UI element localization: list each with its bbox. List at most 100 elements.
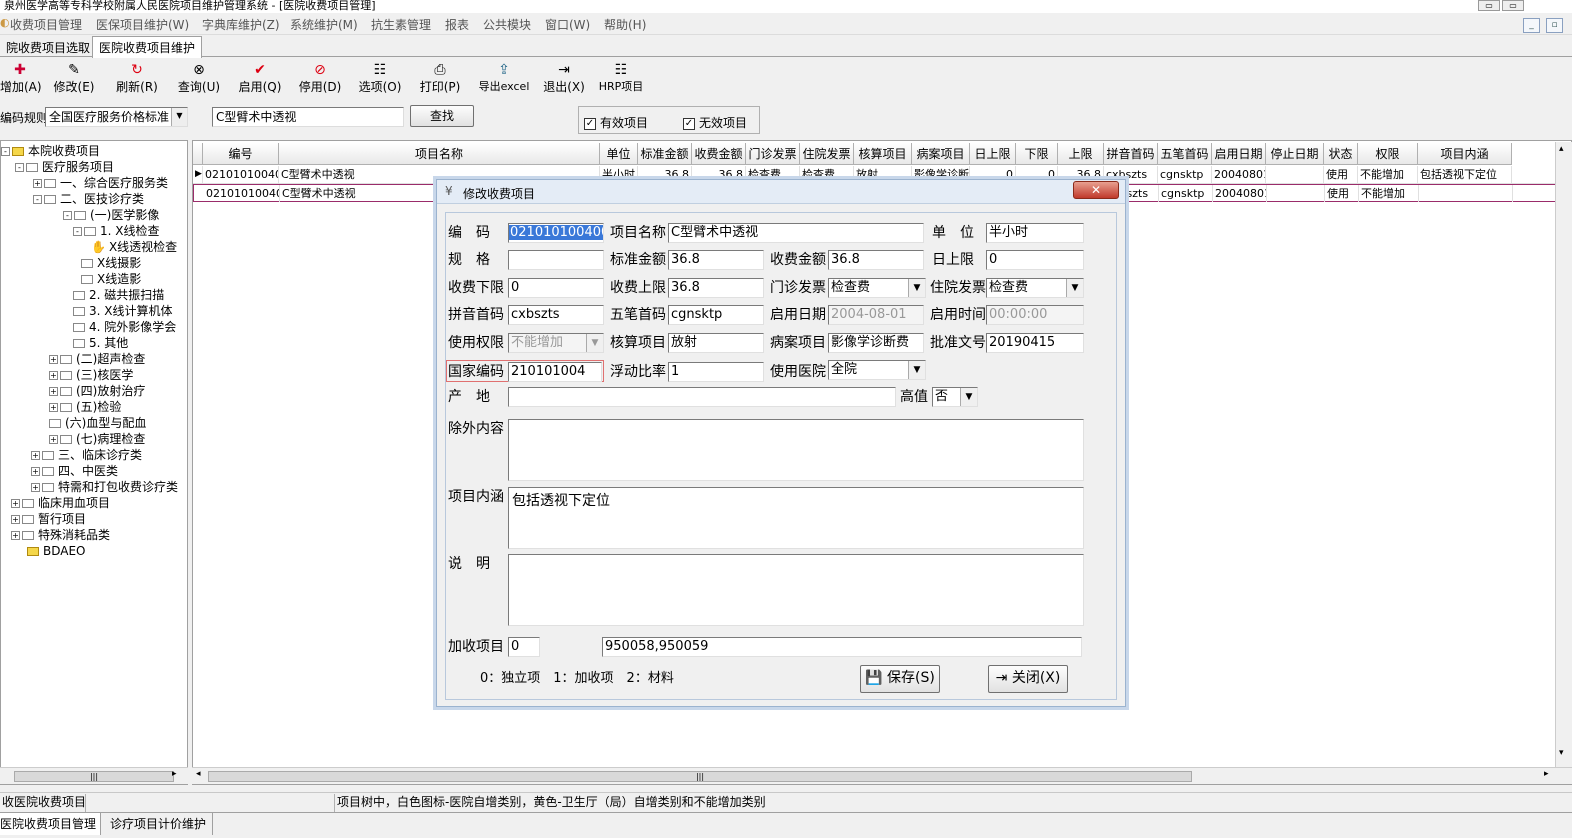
valid-items-checkbox[interactable]: ✓ 有效项目 [584,114,648,131]
column-header[interactable]: 项目名称 [279,143,600,165]
exit-button[interactable]: ⇥ 退出(X) [541,61,587,97]
expand-icon[interactable]: + [49,435,58,444]
expand-icon[interactable]: + [49,403,58,412]
column-header[interactable]: 上限 [1058,143,1104,165]
std-amount-field[interactable]: 36.8 [668,250,764,270]
inpatient-invoice-select[interactable]: 检查费 ▼ [986,278,1084,298]
column-header[interactable]: 病案项目 [912,143,970,165]
menu-reports[interactable]: 报表 [445,16,469,33]
column-header[interactable]: 核算项目 [854,143,912,165]
tree-node[interactable]: - 1. X线检查 [73,223,160,239]
column-header[interactable]: 权限 [1358,143,1418,165]
find-button[interactable]: 查找 [410,105,474,127]
start-date-field[interactable]: 2004-08-01 [828,305,924,325]
tree-node[interactable]: - 医疗服务项目 [15,159,114,175]
tree-node[interactable]: - 本院收费项目 [1,143,100,159]
tab-fee-maintenance[interactable]: 医院收费项目维护 [92,36,203,58]
tree-node[interactable]: + (四)放射治疗 [49,383,145,399]
column-header[interactable]: 项目内涵 [1418,143,1512,165]
menu-antibiotics[interactable]: 抗生素管理 [371,16,431,33]
edit-button[interactable]: ✎ 修改(E) [52,61,96,97]
search-input[interactable]: C型臂术中透视 [212,107,404,127]
tree-node[interactable]: X线摄影 [81,255,141,271]
tree-node[interactable]: + 三、临床诊疗类 [31,447,142,463]
mdi-minimize-icon[interactable]: _ [1523,18,1540,33]
hrp-button[interactable]: ☷ HRP项目 [598,61,644,97]
expand-icon[interactable]: + [31,483,40,492]
exclusions-textarea[interactable] [508,419,1084,481]
print-button[interactable]: ⎙ 打印(P) [418,61,462,97]
expand-icon[interactable]: + [11,515,20,524]
invalid-items-checkbox[interactable]: ✓ 无效项目 [683,114,747,131]
tree-node[interactable]: 3. X线计算机体 [73,303,173,319]
options-button[interactable]: ☷ 选项(O) [358,61,402,97]
approval-no-field[interactable]: 20190415 [986,333,1084,353]
outpatient-invoice-select[interactable]: 检查费 ▼ [828,278,926,298]
tree-node[interactable]: 2. 磁共振扫描 [73,287,164,303]
case-item-field[interactable]: 影像学诊断费 [828,333,924,353]
grid-vscrollbar[interactable]: ▴ ▾ [1555,142,1572,767]
enable-button[interactable]: ✔ 启用(Q) [238,61,282,97]
scroll-thumb[interactable]: ||| [208,771,1192,782]
menu-dictionary[interactable]: 字典库维护(Z) [202,16,280,33]
tab-fee-selection[interactable]: 院收费项目选取 [0,37,96,57]
scroll-thumb[interactable]: ||| [14,771,174,782]
tree-node[interactable]: + 四、中医类 [31,463,118,479]
float-ratio-field[interactable]: 1 [668,362,764,382]
tree-node[interactable]: + 特殊消耗品类 [11,527,110,543]
menu-public[interactable]: 公共模块 [483,16,531,33]
save-button[interactable]: 💾 保存(S) [860,665,940,693]
tree-node[interactable]: ✋ X线透视检查 [91,239,177,255]
high-value-select[interactable]: 否 ▼ [932,387,978,407]
collapse-icon[interactable]: - [63,211,72,220]
minimize-icon[interactable]: ▭ [1502,0,1524,11]
collapse-icon[interactable]: - [33,195,42,204]
tree-node[interactable]: BDAEO [27,543,86,559]
mdi-restore-icon[interactable]: ▫ [1546,18,1563,33]
hospital-select[interactable]: 全院 ▼ [828,360,926,380]
tree-hscrollbar[interactable]: ||| ▸ [0,767,188,784]
expand-icon[interactable]: + [31,451,40,460]
chevron-left-icon[interactable]: ◂ [196,769,201,779]
column-header[interactable]: 停止日期 [1266,143,1324,165]
dialog-titlebar[interactable]: ¥ 修改收费项目 ✕ [437,180,1125,204]
spec-field[interactable] [508,250,604,270]
tree-node[interactable]: 5. 其他 [73,335,128,351]
tree-node[interactable]: + 临床用血项目 [11,495,110,511]
refresh-button[interactable]: ↻ 刷新(R) [114,61,160,97]
tree-node[interactable]: + 暂行项目 [11,511,86,527]
tree-node[interactable]: + (五)检验 [49,399,121,415]
column-header[interactable]: 门诊发票 [746,143,800,165]
permission-select[interactable]: 不能增加 ▼ [508,333,604,353]
name-field[interactable]: C型臂术中透视 [668,223,924,243]
column-header[interactable]: 日上限 [970,143,1016,165]
tree-node[interactable]: - 二、医技诊疗类 [33,191,144,207]
tree-node[interactable]: 4. 院外影像学会 [73,319,176,335]
column-header[interactable]: 状态 [1324,143,1358,165]
connotation-textarea[interactable]: 包括透视下定位 [508,487,1084,549]
description-textarea[interactable] [508,554,1084,626]
grid-hscrollbar[interactable]: ◂ ||| ▸ [192,767,1572,784]
coding-rule-select[interactable]: 全国医疗服务价格标准 ▼ [45,107,188,127]
national-code-field[interactable]: 210101004 [508,362,602,382]
menu-insurance[interactable]: 医保项目维护(W) [96,16,189,33]
close-icon[interactable]: ✕ [1073,181,1119,199]
column-header[interactable]: 下限 [1016,143,1058,165]
expand-icon[interactable]: + [11,499,20,508]
menu-fee-items[interactable]: 收费项目管理 [10,16,82,33]
account-item-field[interactable]: 放射 [668,333,764,353]
tree-node[interactable]: + 一、综合医疗服务类 [33,175,168,191]
fee-upper-field[interactable]: 36.8 [668,278,764,298]
extra-items-field[interactable]: 0 [508,637,540,657]
day-limit-field[interactable]: 0 [986,250,1084,270]
add-button[interactable]: ✚ 增加(A) [0,61,42,97]
expand-icon[interactable]: + [49,387,58,396]
fee-lower-field[interactable]: 0 [508,278,604,298]
expand-icon[interactable]: + [31,467,40,476]
column-header[interactable]: 拼音首码 [1104,143,1158,165]
export-excel-button[interactable]: ⇪ 导出excel [475,61,533,97]
expand-icon[interactable]: + [33,179,42,188]
tree-node[interactable]: + (二)超声检查 [49,351,145,367]
origin-field[interactable] [508,387,896,407]
collapse-icon[interactable]: - [1,147,10,156]
